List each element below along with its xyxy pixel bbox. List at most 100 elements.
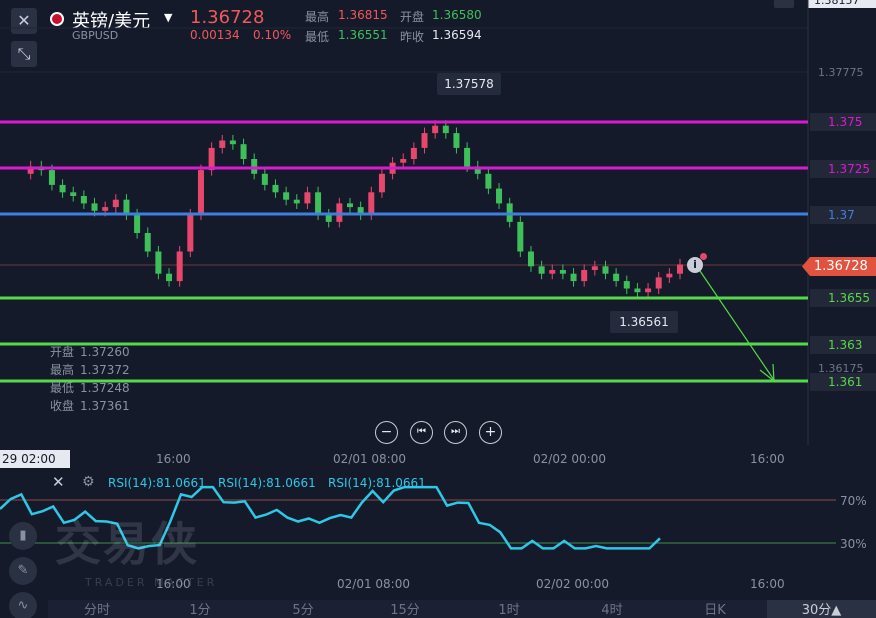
- candle-body: [613, 273, 620, 282]
- tab-timeshare[interactable]: 分时: [70, 600, 124, 618]
- candle-body: [410, 147, 417, 159]
- candle-body: [102, 207, 109, 211]
- candle-body: [655, 277, 662, 289]
- level-tag-13655: 1.3655: [810, 289, 876, 307]
- watermark-logo: 交易侠: [55, 517, 199, 571]
- candle-body: [623, 281, 630, 289]
- candle-body: [645, 288, 652, 293]
- candle-body: [581, 270, 588, 282]
- scroll-start-button[interactable]: ⏮: [410, 421, 433, 444]
- candle-body: [59, 184, 66, 193]
- candle-body: [602, 266, 609, 274]
- current-price-tag: 1.36728: [802, 257, 876, 276]
- candle-body: [272, 184, 279, 193]
- candle-body: [421, 133, 428, 148]
- level-tag-1375: 1.375: [810, 113, 876, 131]
- candle-body: [378, 173, 385, 193]
- tab-5min[interactable]: 5分: [276, 600, 330, 618]
- peak-price-label: 1.37578: [437, 73, 501, 95]
- time-label-rsi-4: 16:00: [750, 577, 785, 591]
- candle-body: [464, 147, 471, 167]
- candle-body: [538, 266, 545, 274]
- rsi-label-2: RSI(14):81.0661: [218, 476, 316, 490]
- candle-body: [229, 140, 236, 145]
- trough-price-label: 1.36561: [610, 311, 678, 333]
- zoom-out-button[interactable]: −: [375, 421, 398, 444]
- candle-body: [570, 273, 577, 282]
- scroll-end-button[interactable]: ⏭: [444, 421, 467, 444]
- candle-body: [112, 199, 119, 208]
- time-label-rsi-1: 16:00: [156, 577, 191, 591]
- candle-body: [197, 170, 204, 215]
- rsi-level-30: 30%: [840, 537, 867, 551]
- candle-body: [325, 214, 332, 222]
- candle-body: [677, 264, 683, 274]
- cursor-date-tag: 29 02:00 五: [0, 450, 70, 484]
- candle-body: [591, 266, 598, 270]
- close-rsi-icon[interactable]: ✕: [52, 473, 65, 491]
- candle-body: [517, 221, 524, 252]
- candle-body: [251, 159, 258, 174]
- time-label-main-1: 16:00: [156, 452, 191, 466]
- forecast-arrow: [697, 267, 775, 383]
- rsi-label-1: RSI(14):81.0661: [108, 476, 206, 490]
- candle-body: [261, 173, 268, 185]
- tab-1min[interactable]: 1分: [173, 600, 227, 618]
- candle-body: [485, 173, 492, 189]
- tab-daily[interactable]: 日K: [688, 600, 742, 618]
- candle-body: [293, 199, 300, 204]
- tab-1hour[interactable]: 1时: [482, 600, 536, 618]
- candle-body: [634, 288, 641, 293]
- price-tick-top: 1.37775: [818, 66, 864, 79]
- ohlc-high-row: 最高 1.37372: [50, 363, 130, 377]
- settings-gear-icon[interactable]: ⚙: [82, 474, 95, 490]
- tab-30min-selected[interactable]: 30分▲: [767, 600, 876, 618]
- candle-body: [219, 140, 226, 148]
- candle-body: [453, 133, 460, 148]
- candle-body: [240, 144, 247, 159]
- candle-body: [304, 192, 311, 204]
- candle-body: [80, 196, 87, 204]
- candle-body: [368, 192, 375, 215]
- level-tag-1361: 1.361: [810, 373, 876, 391]
- time-label-rsi-2: 02/01 08:00: [337, 577, 410, 591]
- trading-chart-screen: ✕ ⤡ 英镑/美元 ▼ GBPUSD 1.36728 0.00134 0.10%…: [0, 0, 876, 618]
- candle-body: [123, 199, 130, 215]
- time-label-main-3: 02/02 00:00: [533, 452, 606, 466]
- arrow-shaft: [697, 267, 775, 381]
- candle-body: [400, 159, 407, 163]
- level-tag-137: 1.37: [810, 206, 876, 224]
- candle-body: [48, 170, 55, 185]
- candle-body: [134, 214, 141, 233]
- indicator-icon[interactable]: ▮: [9, 522, 37, 550]
- zoom-in-button[interactable]: +: [479, 421, 502, 444]
- candle-body: [442, 125, 449, 134]
- tab-15min[interactable]: 15分: [378, 600, 432, 618]
- ohlc-low-row: 最低 1.37248: [50, 381, 130, 395]
- candle-body: [91, 203, 98, 211]
- arrow-head: [759, 363, 775, 383]
- rsi-label-3: RSI(14):81.0661: [328, 476, 426, 490]
- candle-body: [432, 125, 439, 134]
- candle-body: [559, 270, 566, 274]
- candle-body: [166, 273, 173, 282]
- candle-body: [347, 203, 353, 208]
- level-tag-13725: 1.3725: [810, 160, 876, 178]
- alert-dot-icon: [700, 253, 707, 260]
- rsi-level-70: 70%: [840, 494, 867, 508]
- candle-body: [549, 270, 556, 274]
- time-label-main-2: 02/01 08:00: [333, 452, 406, 466]
- line-chart-icon[interactable]: ∿: [9, 592, 37, 618]
- time-label-rsi-3: 02/02 00:00: [536, 577, 609, 591]
- candle-body: [176, 251, 183, 282]
- candle-body: [144, 233, 151, 252]
- candle-body: [283, 192, 290, 200]
- candlestick-series: [27, 120, 683, 298]
- tab-4hour[interactable]: 4时: [585, 600, 639, 618]
- pencil-icon[interactable]: ✎: [9, 557, 37, 585]
- candle-body: [527, 251, 534, 267]
- candle-body: [70, 192, 77, 196]
- level-tag-1363: 1.363: [810, 336, 876, 354]
- ohlc-close-row: 收盘 1.37361: [50, 399, 130, 413]
- ohlc-open-row: 开盘 1.37260: [50, 345, 130, 359]
